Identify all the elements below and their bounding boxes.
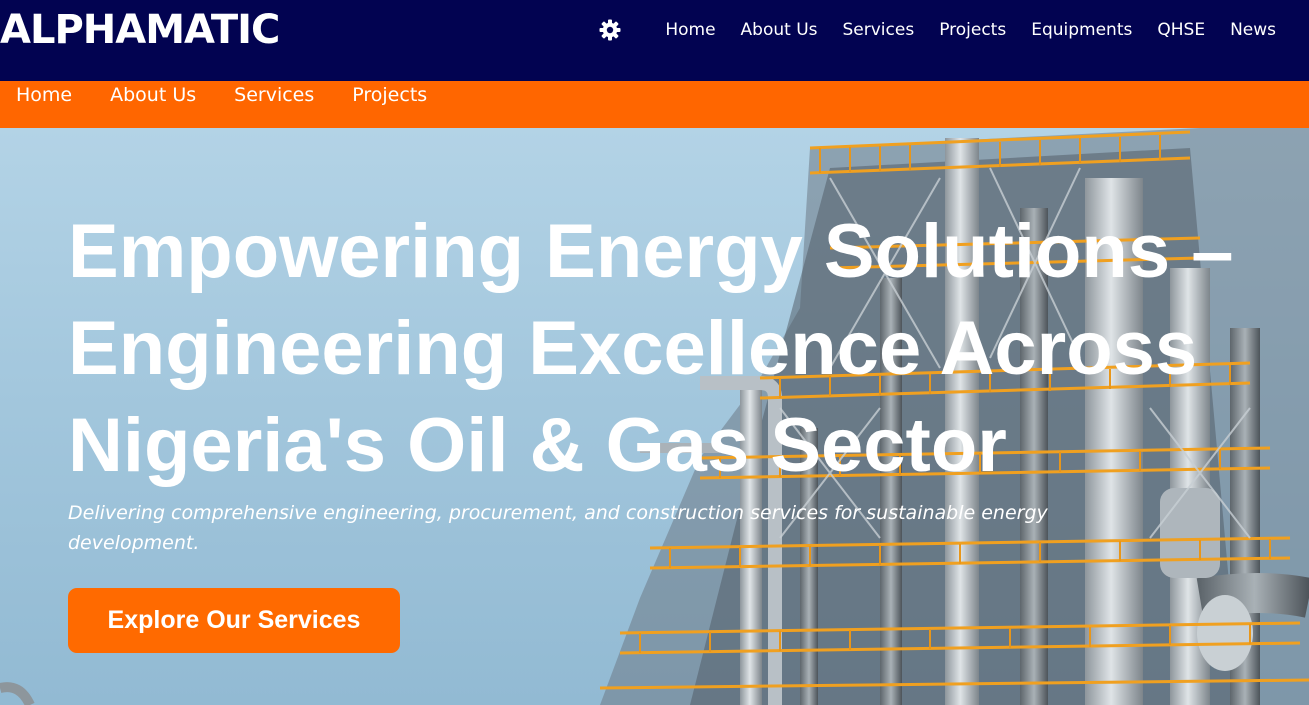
secondary-nav: Home About Us Services Projects: [16, 81, 427, 109]
secondary-nav-item: Home: [16, 81, 72, 109]
main-nav-item: About Us: [741, 18, 818, 42]
hero-heading-line: Nigeria's Oil & Gas Sector: [68, 403, 1007, 488]
subnav-link-services[interactable]: Services: [234, 81, 314, 109]
site-logo[interactable]: ALPHAMATIC: [0, 6, 280, 54]
hero-heading-line: Engineering Excellence Across: [68, 306, 1198, 391]
secondary-nav-bar: Home About Us Services Projects: [0, 81, 1309, 128]
nav-link-qhse[interactable]: QHSE: [1157, 20, 1205, 40]
subnav-link-home[interactable]: Home: [16, 81, 72, 109]
main-nav-item: QHSE: [1157, 18, 1205, 42]
secondary-nav-item: Projects: [352, 81, 427, 109]
nav-link-news[interactable]: News: [1230, 20, 1276, 40]
main-nav-item: Equipments: [1031, 18, 1132, 42]
explore-services-button[interactable]: Explore Our Services: [68, 588, 400, 653]
secondary-nav-item: Services: [234, 81, 314, 109]
main-nav-item: News: [1230, 18, 1276, 42]
subnav-link-projects[interactable]: Projects: [352, 81, 427, 109]
main-nav-item: Services: [843, 18, 915, 42]
nav-link-home[interactable]: Home: [665, 20, 715, 40]
nav-link-projects[interactable]: Projects: [939, 20, 1006, 40]
hero-heading-line: Empowering Energy Solutions –: [68, 209, 1234, 294]
hero-section: Empowering Energy Solutions – Engineerin…: [0, 128, 1309, 705]
main-nav: Home About Us Services Projects Equipmen…: [665, 18, 1276, 42]
subnav-link-about-us[interactable]: About Us: [110, 81, 196, 109]
top-header: ALPHAMATIC Home About Us Services Projec…: [0, 0, 1309, 81]
nav-link-equipments[interactable]: Equipments: [1031, 20, 1132, 40]
main-nav-item: Projects: [939, 18, 1006, 42]
hero-heading: Empowering Energy Solutions – Engineerin…: [68, 203, 1308, 494]
hero-subtitle: Delivering comprehensive engineering, pr…: [68, 502, 1048, 554]
nav-link-about-us[interactable]: About Us: [741, 20, 818, 40]
gear-icon[interactable]: [598, 18, 622, 42]
main-nav-item: Home: [665, 18, 715, 42]
nav-link-services[interactable]: Services: [843, 20, 915, 40]
secondary-nav-item: About Us: [110, 81, 196, 109]
